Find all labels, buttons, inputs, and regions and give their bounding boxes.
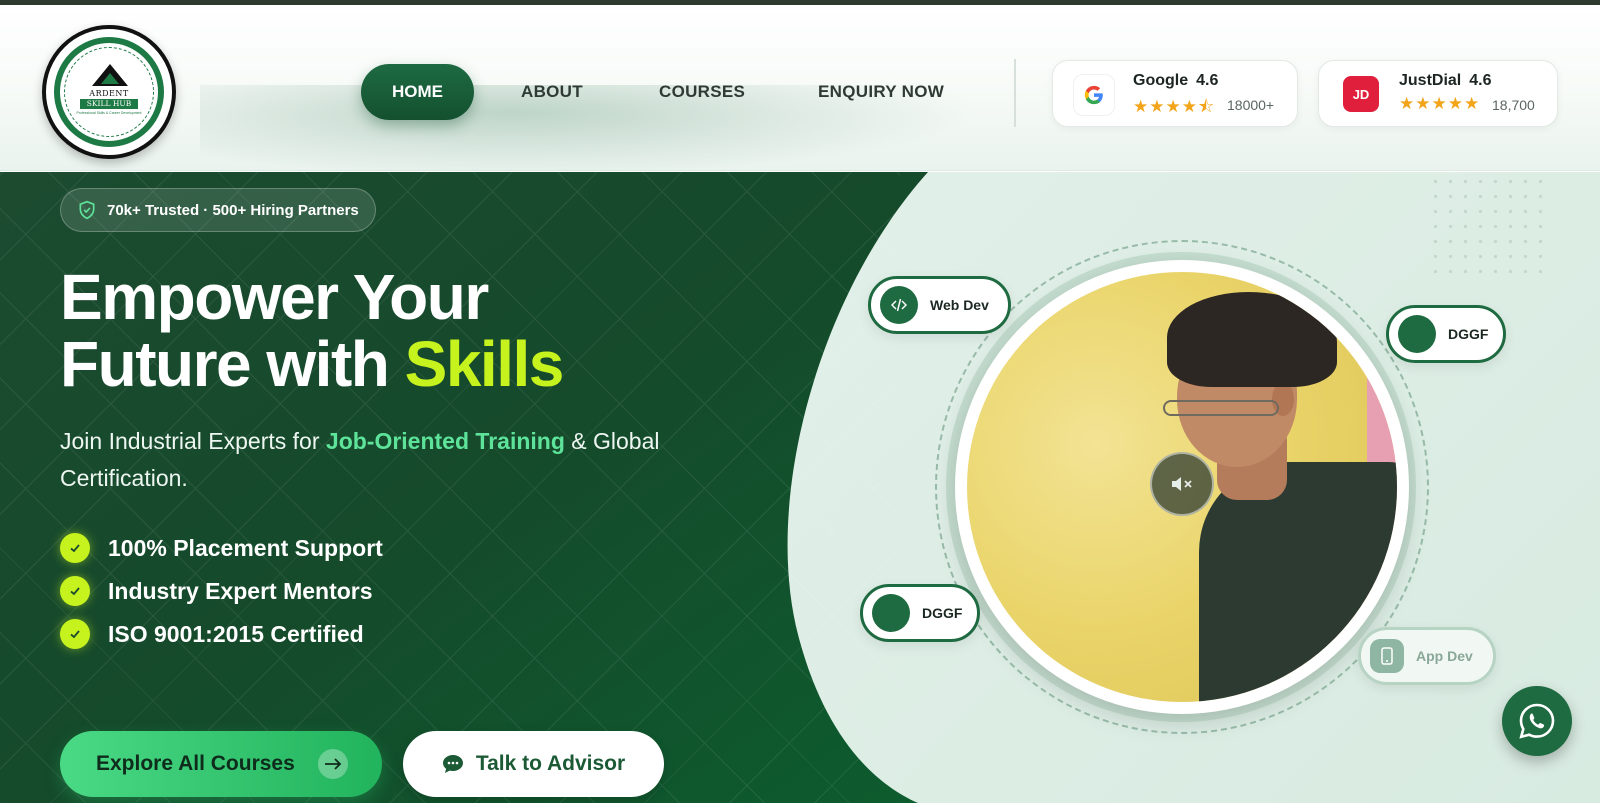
google-rating-title: Google 4.6 [1133,72,1218,90]
justdial-rating-card[interactable]: JD JustDial 4.6 ★★★★★ 18,700 [1318,60,1558,127]
nav-enquiry-now[interactable]: ENQUIRY NOW [818,64,944,120]
site-header: ARDENT SKILL HUB Professional Skills & C… [0,5,1600,175]
nav-home[interactable]: HOME [361,64,474,120]
volume-mute-icon [1172,477,1192,491]
logo-text-name: SKILL HUB [80,99,138,109]
mobile-phone-icon [1370,639,1404,673]
portrait-glasses [1163,400,1279,416]
feature-item: 100% Placement Support [60,533,383,563]
chip-dot-icon [1398,315,1436,353]
trust-badge: 70k+ Trusted · 500+ Hiring Partners [60,188,376,232]
explore-courses-button[interactable]: Explore All Courses [60,731,382,797]
justdial-review-count: 18,700 [1492,97,1535,113]
chip-app-dev[interactable]: App Dev [1358,627,1496,685]
feature-item: ISO 9001:2015 Certified [60,619,364,649]
brand-logo[interactable]: ARDENT SKILL HUB Professional Skills & C… [42,25,176,159]
talk-to-advisor-label: Talk to Advisor [475,752,626,775]
google-name: Google [1133,72,1189,89]
feature-text: 100% Placement Support [108,534,383,561]
check-icon [60,576,90,606]
google-score: 4.6 [1196,72,1219,89]
nav-courses[interactable]: COURSES [659,64,745,120]
hero-title-highlight: Skills [404,328,565,400]
chat-bubble-icon [442,754,464,774]
header-divider [1014,59,1016,127]
dots-pattern [1428,174,1548,274]
shield-check-icon [77,200,97,220]
hero-title-line1: Empower Your [60,261,489,333]
chip-app-dev-label: App Dev [1416,648,1473,664]
check-icon [60,533,90,563]
feature-item: Industry Expert Mentors [60,576,373,606]
whatsapp-button[interactable] [1502,686,1572,756]
hero-subtitle-highlight: Job-Oriented Training [325,428,565,454]
talk-to-advisor-button[interactable]: Talk to Advisor [403,731,664,797]
portrait-hair [1167,292,1337,387]
google-review-count: 18000+ [1227,97,1275,113]
google-g-icon [1073,74,1115,116]
chip-dggf-right-label: DGGF [1448,326,1489,342]
google-rating-card[interactable]: Google 4.6 ★★★★⯪ 18000+ [1052,60,1298,127]
arrow-right-icon [318,749,348,779]
hero-section: 70k+ Trusted · 500+ Hiring Partners Empo… [0,172,1600,803]
justdial-icon: JD [1343,76,1379,112]
chip-web-dev-label: Web Dev [930,297,989,313]
whatsapp-icon [1519,703,1555,739]
nav-about[interactable]: ABOUT [521,64,583,120]
justdial-name: JustDial [1399,72,1462,89]
hero-subtitle: Join Industrial Experts for Job-Oriented… [60,423,760,497]
justdial-stars: ★★★★★ [1399,94,1481,113]
logo-mountain-accent [101,73,119,84]
chip-dot-icon [872,594,910,632]
justdial-rating-title: JustDial 4.6 [1399,72,1492,90]
explore-courses-label: Explore All Courses [96,752,295,775]
hero-title-line2-prefix: Future with [60,328,405,400]
mute-button[interactable] [1150,452,1214,516]
code-icon [880,286,918,324]
hero-title-line2: Future with Skills [60,331,820,398]
chip-dggf-left[interactable]: DGGF [860,584,980,642]
chip-dggf-right[interactable]: DGGF [1386,305,1506,363]
feature-text: Industry Expert Mentors [108,577,373,604]
google-stars: ★★★★⯪ [1133,97,1216,116]
justdial-score: 4.6 [1469,72,1492,89]
chip-dggf-left-label: DGGF [922,605,963,621]
hero-subtitle-prefix: Join Industrial Experts for [60,428,326,454]
feature-text: ISO 9001:2015 Certified [108,620,364,647]
check-icon [60,619,90,649]
logo-tagline: Professional Skills & Career Development [76,111,142,115]
trust-badge-text: 70k+ Trusted · 500+ Hiring Partners [107,201,359,219]
chip-web-dev[interactable]: Web Dev [868,276,1011,334]
hero-title: Empower Your Future with Skills [60,264,820,398]
logo-text-top: ARDENT [89,89,129,98]
